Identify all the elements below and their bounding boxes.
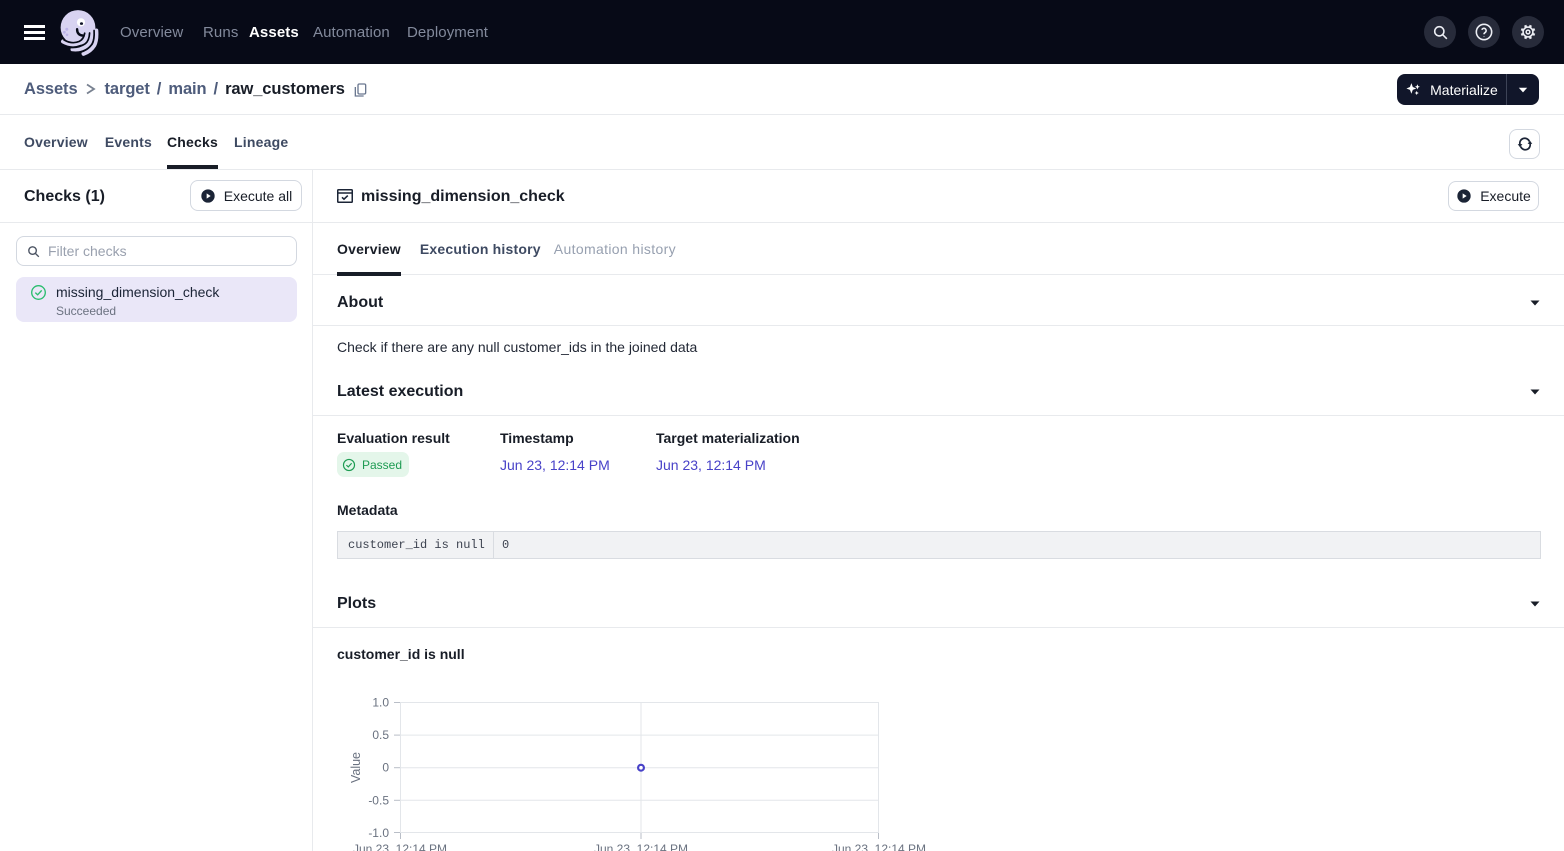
- svg-text:-1.0: -1.0: [368, 826, 389, 840]
- svg-text:Jun 23, 12:14 PM: Jun 23, 12:14 PM: [594, 842, 688, 851]
- svg-text:Jun 23, 12:14 PM: Jun 23, 12:14 PM: [353, 842, 447, 851]
- svg-text:Value: Value: [349, 752, 363, 783]
- svg-text:1.0: 1.0: [372, 696, 389, 710]
- svg-text:-0.5: -0.5: [368, 793, 389, 807]
- svg-text:0.5: 0.5: [372, 728, 389, 742]
- svg-text:Jun 23, 12:14 PM: Jun 23, 12:14 PM: [832, 842, 926, 851]
- svg-text:0: 0: [382, 761, 389, 775]
